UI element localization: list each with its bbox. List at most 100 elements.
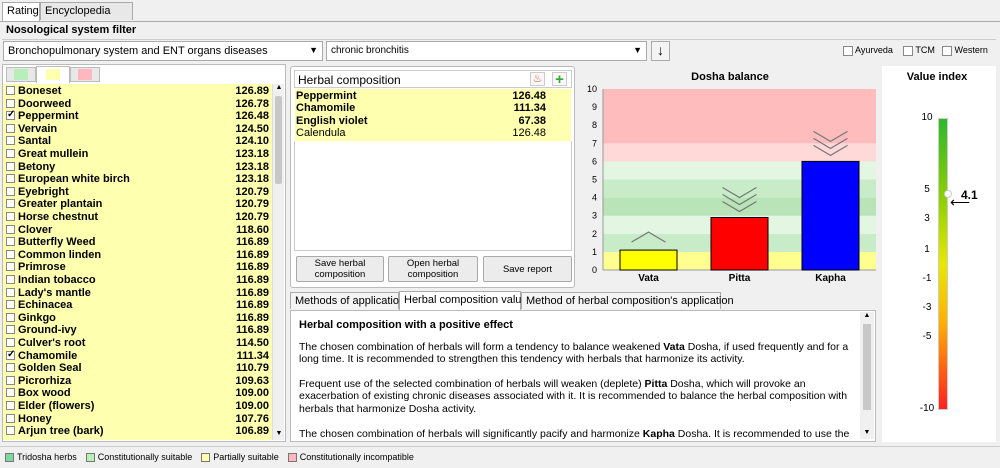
- herb-list-item[interactable]: Golden Seal 110.79: [6, 362, 271, 375]
- herb-list-item[interactable]: Common linden 116.89: [6, 249, 271, 262]
- herb-list-item[interactable]: European white birch 123.18: [6, 173, 271, 186]
- herb-list-item[interactable]: Arjun tree (bark) 106.89: [6, 425, 271, 438]
- herb-checkbox[interactable]: [6, 349, 15, 361]
- herb-list-item[interactable]: Primrose 116.89: [6, 261, 271, 274]
- herb-list-item[interactable]: Butterfly Weed 116.89: [6, 236, 271, 249]
- herb-checkbox[interactable]: [6, 325, 15, 335]
- herb-list-item[interactable]: Boneset 126.89: [6, 85, 271, 98]
- herb-checkbox[interactable]: [6, 136, 15, 146]
- herb-list-scrollbar[interactable]: ▲ ▼: [272, 84, 284, 440]
- tab-methods-of-application[interactable]: Methods of application: [290, 292, 405, 309]
- description-scrollbar[interactable]: ▲ ▼: [860, 312, 874, 439]
- herb-checkbox[interactable]: [6, 249, 15, 259]
- tcm-checkbox[interactable]: [903, 45, 913, 56]
- save-composition-button[interactable]: Save herbal composition: [296, 256, 384, 282]
- chevron-down-icon: ▼: [309, 45, 318, 55]
- herb-list-item[interactable]: Picrorhiza 109.63: [6, 375, 271, 388]
- herb-list-item[interactable]: Elder (flowers) 109.00: [6, 400, 271, 413]
- tab-rating[interactable]: Rating: [2, 2, 40, 21]
- scroll-down-icon[interactable]: ▼: [274, 430, 284, 440]
- herb-list-item[interactable]: Clover 118.60: [6, 224, 271, 237]
- herb-list-item[interactable]: Chamomile 111.34: [6, 349, 271, 363]
- herb-list-item[interactable]: Echinacea 116.89: [6, 299, 271, 312]
- herb-checkbox[interactable]: [6, 426, 15, 436]
- composition-item[interactable]: Peppermint 126.48: [296, 90, 546, 102]
- herb-checkbox[interactable]: [6, 300, 15, 310]
- sort-down-button[interactable]: ↓: [651, 41, 670, 61]
- herb-list-item[interactable]: Horse chestnut 120.79: [6, 211, 271, 224]
- herb-checkbox[interactable]: [6, 413, 15, 423]
- clear-composition-button[interactable]: ♨: [530, 72, 545, 86]
- herb-checkbox[interactable]: [6, 109, 15, 122]
- herb-list-item[interactable]: Eyebright 120.79: [6, 186, 271, 199]
- disease-select[interactable]: chronic bronchitis ▼: [326, 41, 647, 61]
- open-composition-button[interactable]: Open herbal composition: [388, 256, 478, 282]
- herb-list-item[interactable]: Betony 123.18: [6, 161, 271, 174]
- tab-method-of-composition-application[interactable]: Method of herbal composition's applicati…: [521, 292, 734, 309]
- value-index-tick: -1: [922, 273, 932, 284]
- herb-value: 116.89: [235, 236, 269, 249]
- description-kapha: The chosen combination of herbals will s…: [299, 427, 850, 439]
- tab-herbal-composition-value[interactable]: Herbal composition value: [399, 291, 528, 310]
- composition-item[interactable]: Chamomile 111.34: [296, 102, 546, 114]
- herb-checkbox[interactable]: [6, 262, 15, 272]
- scroll-thumb[interactable]: [275, 96, 282, 184]
- herb-checkbox[interactable]: [6, 224, 15, 234]
- herb-checkbox[interactable]: [6, 363, 15, 373]
- tab-encyclopedia[interactable]: Encyclopedia: [40, 2, 133, 20]
- tcm-option[interactable]: TCM: [903, 45, 935, 56]
- herb-list-item[interactable]: Great mullein 123.18: [6, 148, 271, 161]
- scroll-up-icon[interactable]: ▲: [274, 84, 284, 94]
- save-report-button[interactable]: Save report: [483, 256, 572, 282]
- legend-item: Constitutionally incompatible: [287, 452, 414, 463]
- herb-checkbox[interactable]: [6, 161, 15, 171]
- herb-checkbox[interactable]: [6, 212, 15, 221]
- herb-checkbox[interactable]: [6, 174, 15, 184]
- scroll-up-icon[interactable]: ▲: [862, 312, 872, 319]
- herb-list-item[interactable]: Ground-ivy 116.89: [6, 324, 271, 337]
- western-option[interactable]: Western: [942, 45, 988, 56]
- herb-list-item[interactable]: Doorweed 126.78: [6, 98, 271, 111]
- herb-list-item[interactable]: Box wood 109.00: [6, 387, 271, 400]
- herb-checkbox[interactable]: [6, 149, 15, 158]
- herb-list-item[interactable]: Santal 124.10: [6, 135, 271, 148]
- filter-tab-incompatible[interactable]: [70, 67, 100, 82]
- herb-list-item[interactable]: Greater plantain 120.79: [6, 198, 271, 211]
- herb-list-item[interactable]: Lady's mantle 116.89: [6, 287, 271, 300]
- herb-checkbox[interactable]: [6, 275, 15, 284]
- herb-list-item[interactable]: Ginkgo 116.89: [6, 312, 271, 325]
- composition-item-value: 126.48: [512, 126, 546, 139]
- herb-name: Culver's root: [18, 337, 86, 349]
- y-tick-label: 10: [587, 84, 597, 94]
- scroll-down-icon[interactable]: ▼: [862, 429, 872, 436]
- system-select[interactable]: Bronchopulmonary system and ENT organs d…: [3, 41, 323, 61]
- composition-item[interactable]: Calendula 126.48: [296, 127, 546, 139]
- herb-checkbox[interactable]: [6, 388, 15, 398]
- herb-checkbox[interactable]: [6, 401, 15, 410]
- filter-tab-suitable[interactable]: [6, 67, 36, 82]
- herb-list-item[interactable]: Culver's root 114.50: [6, 337, 271, 350]
- legend-item: Constitutionally suitable: [85, 452, 192, 463]
- herb-list-item[interactable]: Vervain 124.50: [6, 123, 271, 136]
- filter-tab-partial[interactable]: [36, 66, 70, 83]
- add-herb-button[interactable]: +: [552, 72, 567, 87]
- herb-checkbox[interactable]: [6, 375, 15, 385]
- ayurveda-checkbox[interactable]: [843, 45, 853, 56]
- herb-checkbox[interactable]: [6, 199, 15, 209]
- composition-item[interactable]: English violet 67.38: [296, 115, 546, 127]
- herb-list-item[interactable]: Indian tobacco 116.89: [6, 274, 271, 287]
- scroll-thumb[interactable]: [863, 324, 871, 410]
- y-tick-label: 5: [592, 175, 597, 185]
- herb-list-item[interactable]: Honey 107.76: [6, 413, 271, 426]
- herb-checkbox[interactable]: [6, 237, 15, 247]
- herb-checkbox[interactable]: [6, 312, 15, 322]
- herb-checkbox[interactable]: [6, 86, 15, 95]
- herb-checkbox[interactable]: [6, 338, 15, 347]
- herb-checkbox[interactable]: [6, 186, 15, 196]
- herb-checkbox[interactable]: [6, 123, 15, 133]
- western-checkbox[interactable]: [942, 45, 952, 56]
- ayurveda-option[interactable]: Ayurveda: [843, 45, 893, 56]
- herb-checkbox[interactable]: [6, 98, 15, 108]
- herb-checkbox[interactable]: [6, 287, 15, 297]
- herb-list-item[interactable]: Peppermint 126.48: [6, 109, 271, 123]
